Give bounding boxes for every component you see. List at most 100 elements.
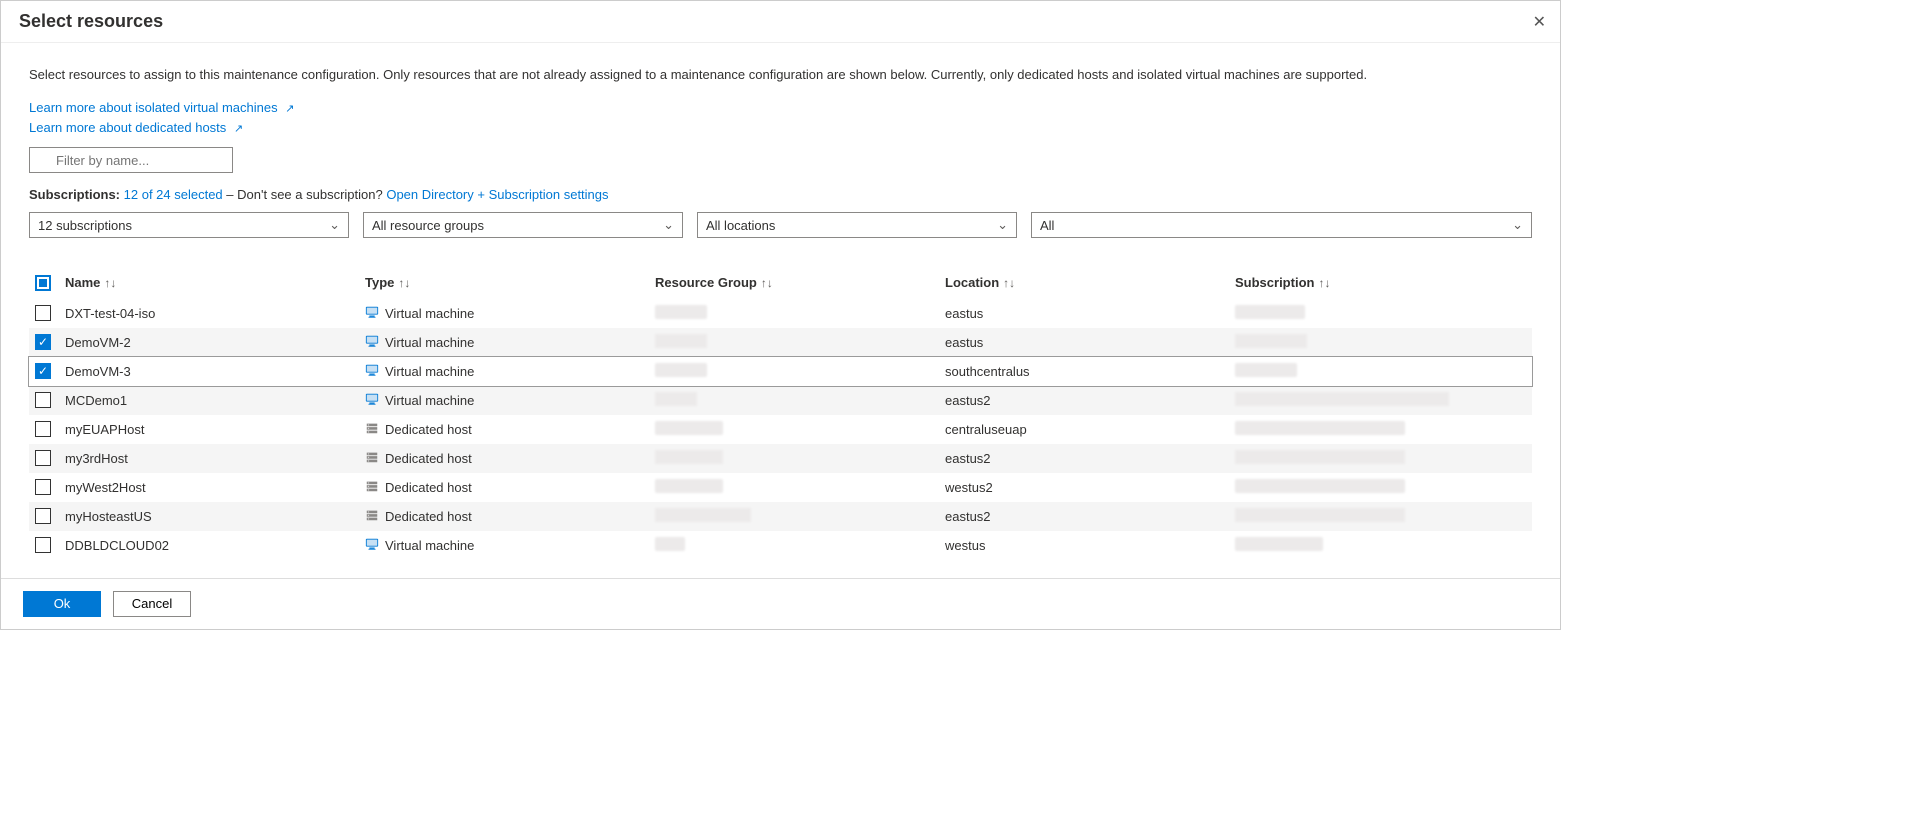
external-link-icon: ↗: [285, 103, 294, 115]
vm-icon: [365, 305, 379, 322]
redacted-value: [1235, 421, 1405, 435]
redacted-value: [655, 392, 697, 406]
cancel-button[interactable]: Cancel: [113, 591, 191, 617]
close-icon[interactable]: ✕: [1533, 12, 1546, 32]
vm-icon: [365, 363, 379, 380]
table-row[interactable]: DemoVM-3Virtual machinesouthcentralus: [29, 357, 1532, 386]
cell-subscription: [1229, 473, 1532, 502]
cell-name: myHosteastUS: [59, 502, 359, 531]
column-label: Subscription: [1235, 275, 1314, 290]
cell-type: Dedicated host: [359, 502, 649, 531]
subscriptions-selected-link[interactable]: 12 of 24 selected: [124, 187, 223, 202]
chevron-down-icon: ⌄: [663, 217, 674, 233]
cell-subscription: [1229, 357, 1532, 386]
panel-header: Select resources ✕: [1, 1, 1560, 43]
dropdown-locations[interactable]: All locations ⌄: [697, 212, 1017, 238]
table-row[interactable]: myWest2HostDedicated hostwestus2: [29, 473, 1532, 502]
sort-icon: ↑↓: [761, 276, 773, 290]
redacted-value: [1235, 392, 1449, 406]
cell-name: DXT-test-04-iso: [59, 299, 359, 328]
row-checkbox[interactable]: [35, 537, 51, 553]
type-label: Dedicated host: [385, 422, 472, 437]
table-row[interactable]: my3rdHost Dedicated host eastus2: [29, 444, 1532, 473]
dedicated-host-icon: [365, 421, 379, 438]
cell-location: westus: [939, 531, 1229, 560]
cell-name: my3rdHost: [59, 444, 359, 473]
dedicated-host-icon: [365, 479, 379, 496]
table-row[interactable]: DemoVM-2Virtual machineeastus: [29, 328, 1532, 357]
cell-name: DemoVM-3: [59, 357, 359, 386]
dropdown-types[interactable]: All ⌄: [1031, 212, 1532, 238]
cell-type: Dedicated host: [359, 444, 649, 473]
column-header-location[interactable]: Location↑↓: [939, 266, 1229, 299]
sort-icon: ↑↓: [104, 276, 116, 290]
dedicated-host-icon: [365, 508, 379, 525]
redacted-value: [655, 537, 685, 551]
table-row[interactable]: DXT-test-04-isoVirtual machineeastus: [29, 299, 1532, 328]
cell-resource-group: [649, 299, 939, 328]
cell-subscription: [1229, 502, 1532, 531]
link-dedicated-hosts[interactable]: Learn more about dedicated hosts ↗: [29, 120, 243, 135]
row-checkbox[interactable]: [35, 392, 51, 408]
chevron-down-icon: ⌄: [329, 217, 340, 233]
sort-icon: ↑↓: [1318, 276, 1330, 290]
dropdown-label: All locations: [706, 218, 775, 233]
cell-type: Virtual machine: [359, 386, 649, 415]
cell-location: southcentralus: [939, 357, 1229, 386]
dropdown-resource-groups[interactable]: All resource groups ⌄: [363, 212, 683, 238]
select-all-checkbox[interactable]: [35, 275, 51, 291]
column-header-subscription[interactable]: Subscription ↑↓: [1229, 266, 1532, 299]
cell-type: Virtual machine: [359, 299, 649, 328]
redacted-value: [1235, 450, 1405, 464]
cell-location: eastus2: [939, 444, 1229, 473]
cell-name: myWest2Host: [59, 473, 359, 502]
redacted-value: [1235, 363, 1297, 377]
cell-name: DDBLDCLOUD02: [59, 531, 359, 560]
subscriptions-label: Subscriptions:: [29, 187, 120, 202]
filter-dropdowns: 12 subscriptions ⌄ All resource groups ⌄…: [29, 212, 1532, 238]
chevron-down-icon: ⌄: [1512, 217, 1523, 233]
cell-type: Dedicated host: [359, 473, 649, 502]
cell-name: DemoVM-2: [59, 328, 359, 357]
cell-subscription: [1229, 328, 1532, 357]
type-label: Dedicated host: [385, 451, 472, 466]
dropdown-label: 12 subscriptions: [38, 218, 132, 233]
subscriptions-middle: – Don't see a subscription?: [226, 187, 386, 202]
dedicated-host-icon: [365, 450, 379, 467]
redacted-value: [1235, 508, 1405, 522]
cell-resource-group: [649, 386, 939, 415]
row-checkbox[interactable]: [35, 305, 51, 321]
table-row[interactable]: myHosteastUSDedicated hosteastus2: [29, 502, 1532, 531]
table-row[interactable]: MCDemo1Virtual machineeastus2: [29, 386, 1532, 415]
redacted-value: [1235, 479, 1405, 493]
table-row[interactable]: DDBLDCLOUD02Virtual machine westus: [29, 531, 1532, 560]
type-label: Virtual machine: [385, 335, 474, 350]
cell-subscription: [1229, 531, 1532, 560]
redacted-value: [655, 450, 723, 464]
filter-input-wrap: [29, 147, 233, 173]
link-isolated-vms[interactable]: Learn more about isolated virtual machin…: [29, 100, 294, 115]
column-header-name[interactable]: Name↑↓: [59, 266, 359, 299]
sort-icon: ↑↓: [1003, 276, 1015, 290]
dropdown-subscriptions[interactable]: 12 subscriptions ⌄: [29, 212, 349, 238]
row-checkbox[interactable]: [35, 421, 51, 437]
cell-type: Virtual machine: [359, 531, 649, 560]
chevron-down-icon: ⌄: [997, 217, 1008, 233]
cell-resource-group: [649, 415, 939, 444]
type-label: Dedicated host: [385, 480, 472, 495]
column-header-resource-group[interactable]: Resource Group↑↓: [649, 266, 939, 299]
resources-table: Name↑↓ Type↑↓ Resource Group↑↓ Location↑…: [29, 266, 1532, 560]
column-header-type[interactable]: Type↑↓: [359, 266, 649, 299]
row-checkbox[interactable]: [35, 363, 51, 379]
row-checkbox[interactable]: [35, 508, 51, 524]
open-directory-link[interactable]: Open Directory + Subscription settings: [386, 187, 608, 202]
ok-button[interactable]: Ok: [23, 591, 101, 617]
redacted-value: [655, 305, 707, 319]
row-checkbox[interactable]: [35, 450, 51, 466]
row-checkbox[interactable]: [35, 479, 51, 495]
row-checkbox[interactable]: [35, 334, 51, 350]
external-link-icon: ↗: [234, 123, 243, 135]
table-row[interactable]: myEUAPHostDedicated hostcentraluseuap: [29, 415, 1532, 444]
filter-input[interactable]: [29, 147, 233, 173]
vm-icon: [365, 334, 379, 351]
